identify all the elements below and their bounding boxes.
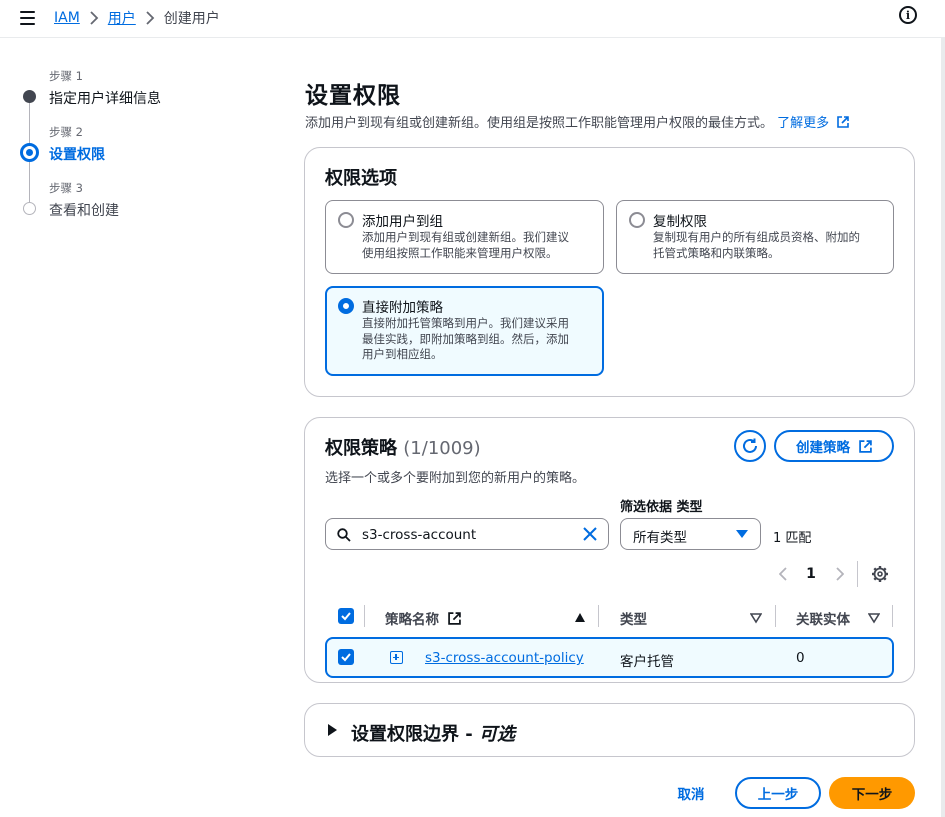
option-title: 直接附加策略 — [362, 300, 443, 316]
policies-title: 权限策略 (1/1009) — [325, 434, 481, 460]
page-number[interactable]: 1 — [803, 564, 819, 584]
sort-icon[interactable] — [750, 612, 762, 624]
option-add-to-group[interactable]: 添加用户到组 添加用户到现有组或创建新组。我们建议 使用组按照工作职能来管理用户… — [325, 200, 604, 274]
pager-divider — [857, 561, 858, 587]
boundary-title-text: 设置权限边界 - — [351, 724, 480, 745]
row-checkbox[interactable] — [338, 649, 354, 665]
option-title: 添加用户到组 — [362, 214, 443, 230]
boundary-optional: 可选 — [479, 724, 516, 745]
breadcrumb-current: 创建用户 — [163, 11, 220, 27]
create-policy-button[interactable]: 创建策略 — [774, 430, 894, 462]
learn-more-link[interactable]: 了解更多 — [777, 116, 850, 131]
column-header-entities[interactable]: 关联实体 — [796, 608, 850, 628]
option-copy-permissions[interactable]: 复制权限 复制现有用户的所有组成员资格、附加的 托管式策略和内联策略。 — [616, 200, 894, 274]
radio-copy-permissions[interactable] — [629, 212, 645, 228]
option-desc-line: 添加用户到现有组或创建新组。我们建议 — [362, 230, 569, 244]
caret-right-icon[interactable] — [328, 724, 337, 736]
boundary-title[interactable]: 设置权限边界 - 可选 — [351, 720, 515, 746]
expand-plus-icon[interactable] — [390, 651, 403, 664]
step-pending-icon — [23, 202, 36, 215]
radio-attach-policies[interactable] — [338, 298, 354, 314]
prev-page-button[interactable] — [776, 564, 790, 584]
policies-count: (1/1009) — [403, 438, 481, 459]
column-divider — [775, 605, 776, 627]
sort-ascending-icon[interactable] — [574, 612, 586, 624]
column-divider — [892, 605, 893, 627]
option-desc-line: 使用组按照工作职能来管理用户权限。 — [362, 245, 558, 260]
chevron-left-icon — [778, 567, 787, 581]
next-page-button[interactable] — [832, 564, 846, 584]
option-desc-line: 托管式策略和内联策略。 — [653, 245, 780, 260]
option-desc-line: 用户到相应组。 — [362, 347, 443, 361]
step-3-label: 查看和创建 — [49, 203, 119, 219]
option-description: 直接附加托管策略到用户。我们建议采用 最佳实践，即附加策略到组。然后，添加 用户… — [362, 316, 569, 363]
policy-name-link[interactable]: s3-cross-account-policy — [425, 650, 584, 666]
search-value: s3-cross-account — [362, 527, 477, 543]
step-1-label[interactable]: 指定用户详细信息 — [49, 88, 161, 108]
step-2-label: 设置权限 — [49, 147, 105, 163]
column-header-policy-name[interactable]: 策略名称 — [385, 608, 461, 628]
step-2-number: 步骤 2 — [49, 125, 83, 139]
chevron-right-icon — [136, 8, 164, 28]
step-3-number: 步骤 3 — [49, 181, 83, 195]
sort-icon[interactable] — [868, 612, 880, 624]
caret-down-icon — [736, 530, 748, 538]
learn-more-label: 了解更多 — [777, 116, 830, 131]
policies-description: 选择一个或多个要附加到您的新用户的策略。 — [325, 471, 586, 486]
info-icon[interactable]: i — [899, 6, 917, 24]
policies-title-text: 权限策略 — [325, 438, 397, 459]
top-bar: IAM 用户 创建用户 i — [0, 0, 945, 38]
chevron-right-icon — [835, 567, 844, 581]
breadcrumb-iam[interactable]: IAM — [54, 10, 80, 26]
page-title: 设置权限 — [305, 83, 401, 109]
option-description: 复制现有用户的所有组成员资格、附加的 托管式策略和内联策略。 — [653, 230, 860, 261]
type-filter-select[interactable]: 所有类型 — [620, 518, 761, 550]
type-filter-value: 所有类型 — [633, 530, 687, 546]
match-count: 1 匹配 — [773, 531, 812, 546]
page-description-text: 添加用户到现有组或创建新组。使用组是按照工作职能管理用户权限的最佳方式。 — [305, 116, 774, 131]
step-current-icon — [20, 143, 39, 162]
scrollbar-track — [941, 38, 945, 817]
option-desc-line: 最佳实践，即附加策略到组。然后，添加 — [362, 331, 569, 346]
create-policy-label: 创建策略 — [796, 440, 850, 456]
external-link-icon — [837, 116, 850, 128]
external-link-icon — [859, 439, 872, 453]
breadcrumb: IAM 用户 创建用户 — [54, 8, 220, 28]
previous-button[interactable]: 上一步 — [735, 777, 821, 809]
cancel-button[interactable]: 取消 — [664, 777, 718, 809]
page-description: 添加用户到现有组或创建新组。使用组是按照工作职能管理用户权限的最佳方式。 了解更… — [305, 112, 850, 131]
permission-options-title: 权限选项 — [325, 168, 397, 189]
next-button[interactable]: 下一步 — [829, 777, 915, 809]
external-link-icon — [447, 612, 461, 625]
search-icon — [337, 528, 351, 542]
policy-type: 客户托管 — [620, 654, 674, 670]
table-row[interactable]: s3-cross-account-policy 客户托管 0 — [325, 637, 894, 678]
step-complete-icon — [23, 90, 36, 103]
column-header-type[interactable]: 类型 — [620, 608, 647, 628]
option-desc-line: 复制现有用户的所有组成员资格、附加的 — [653, 230, 860, 244]
gear-icon — [872, 566, 888, 582]
column-header-label: 策略名称 — [385, 612, 439, 628]
table-settings-button[interactable] — [870, 564, 890, 584]
filter-label: 筛选依据 类型 — [620, 500, 703, 515]
option-desc-line: 直接附加托管策略到用户。我们建议采用 — [362, 316, 569, 330]
radio-add-to-group[interactable] — [338, 212, 354, 228]
policy-entities: 0 — [796, 650, 805, 666]
option-description: 添加用户到现有组或创建新组。我们建议 使用组按照工作职能来管理用户权限。 — [362, 230, 569, 261]
select-all-checkbox[interactable] — [338, 608, 354, 624]
option-title: 复制权限 — [653, 214, 707, 230]
clear-icon[interactable] — [583, 527, 597, 541]
step-1-number: 步骤 1 — [49, 69, 83, 83]
column-divider — [598, 605, 599, 627]
menu-icon[interactable] — [18, 8, 38, 28]
refresh-button[interactable] — [734, 430, 766, 462]
option-attach-policies[interactable]: 直接附加策略 直接附加托管策略到用户。我们建议采用 最佳实践，即附加策略到组。然… — [325, 286, 604, 376]
column-divider — [364, 605, 365, 627]
refresh-icon — [743, 438, 757, 453]
breadcrumb-users[interactable]: 用户 — [108, 8, 136, 28]
search-input[interactable]: s3-cross-account — [325, 518, 609, 550]
chevron-right-icon — [80, 8, 108, 28]
